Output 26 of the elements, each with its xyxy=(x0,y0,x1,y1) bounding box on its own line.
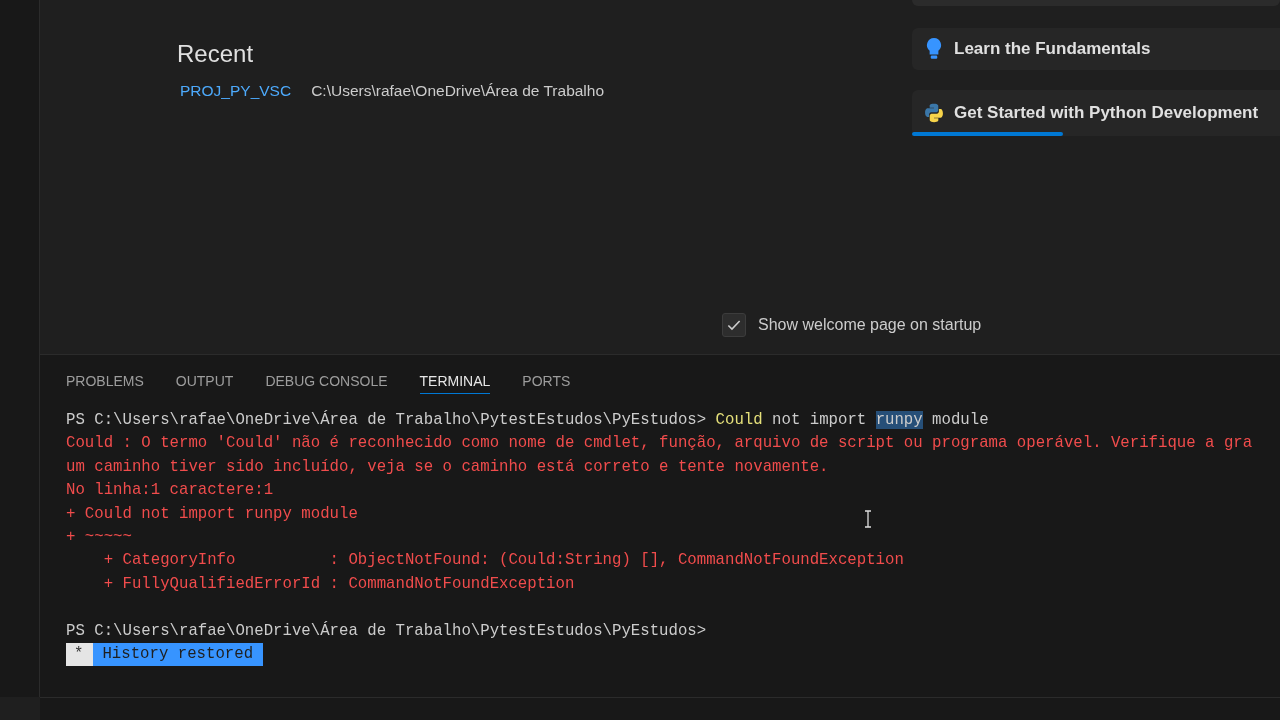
terminal-line: + ~~~~~ xyxy=(66,527,132,549)
checkbox[interactable] xyxy=(722,313,746,337)
panel-tab[interactable]: DEBUG CONSOLE xyxy=(265,368,388,394)
lightbulb-icon xyxy=(924,37,944,61)
panel-tab[interactable]: TERMINAL xyxy=(419,368,491,394)
walkthrough-title: Learn the Fundamentals xyxy=(954,39,1151,59)
panel-tab[interactable]: OUTPUT xyxy=(175,368,234,394)
section-title: Recent xyxy=(177,40,255,68)
terminal-line: + Could not import runpy module xyxy=(66,503,358,525)
recent-project-link[interactable]: PROJ_PY_VSC xyxy=(177,82,292,100)
recent-project-path: C:\Users\rafae\OneDrive\Área de Trabalho xyxy=(311,82,605,100)
terminal-line: + CategoryInfo : ObjectNotFound: (Could:String) [], CommandNotFoundException xyxy=(102,550,904,572)
checkbox-label: Show welcome page on startup xyxy=(758,316,982,334)
terminal-line: No linha:1 caractere:1 xyxy=(66,480,274,502)
terminal-line: PS C:\Users\rafae\OneDrive\Área de Trabalho\PytestEstudos\PyEstudos> xyxy=(66,620,707,642)
terminal-line: um caminho tiver sido incluído, veja se o caminho está correto e tente novamente. xyxy=(66,456,829,478)
walkthrough-title: Get Started with Python Development xyxy=(954,103,1259,123)
walkthrough-card[interactable]: Learn the Fundamentals xyxy=(912,28,1280,70)
walkthrough-card[interactable]: Get Started with Python Development xyxy=(912,90,1280,136)
python-icon xyxy=(924,101,944,125)
terminal-line: + FullyQualifiedErrorId : CommandNotFoundException xyxy=(102,573,575,595)
panel-tab[interactable]: PROBLEMS xyxy=(66,368,144,394)
terminal-line: PS C:\Users\rafae\OneDrive\Área de Trabalho\PytestEstudos\PyEstudos> Could not import runpy module xyxy=(66,409,989,431)
terminal-line: Could : O termo 'Could' não é reconhecido como nome de cmdlet, função, arquivo de script ou programa operável. Verifique a gra xyxy=(66,433,1253,455)
panel-tab[interactable]: PORTS xyxy=(522,368,571,394)
text-cursor-icon xyxy=(864,510,872,528)
